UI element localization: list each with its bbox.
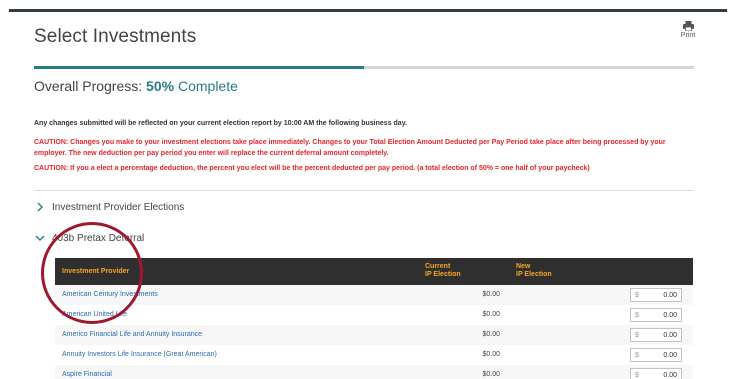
- table-row: Annuity Investors Life Insurance (Great …: [55, 345, 693, 365]
- caution-notice-1: CAUTION: Changes you make to your invest…: [34, 139, 666, 157]
- caution-notice-2: CAUTION: If you a elect a percentage ded…: [34, 165, 590, 172]
- table-row: American United Life $0.00 $: [55, 305, 693, 325]
- currency-symbol: $: [635, 291, 639, 299]
- info-notice: Any changes submitted will be reflected …: [34, 120, 408, 127]
- progress-bar: [34, 66, 694, 69]
- currency-symbol: $: [635, 351, 639, 359]
- progress-status: Overall Progress: 50% Complete: [34, 78, 238, 94]
- provider-link[interactable]: Aspire Financial: [62, 371, 112, 378]
- currency-symbol: $: [635, 371, 639, 379]
- new-election-field[interactable]: $: [630, 328, 682, 342]
- provider-link[interactable]: Annuity Investors Life Insurance (Great …: [62, 351, 217, 358]
- section-pretax-deferral-label: 403b Pretax Deferral: [52, 232, 145, 244]
- top-border: [9, 9, 727, 12]
- column-header-new-line1: New: [516, 263, 531, 270]
- new-election-input[interactable]: [643, 331, 677, 339]
- current-election: $0.00: [482, 351, 500, 358]
- table-body: American Century Investments $0.00 $ Ame…: [55, 285, 693, 379]
- new-election-input[interactable]: [643, 311, 677, 319]
- progress-bar-fill: [34, 66, 364, 69]
- column-header-new-line2: IP Election: [516, 271, 552, 278]
- investment-table: Investment Provider Current IP Election …: [55, 258, 693, 379]
- section-provider-elections-label: Investment Provider Elections: [52, 201, 185, 213]
- new-election-field[interactable]: $: [630, 348, 682, 362]
- table-row: American Century Investments $0.00 $: [55, 285, 693, 305]
- column-header-current-line2: IP Election: [425, 271, 461, 278]
- chevron-down-icon: [35, 235, 45, 241]
- column-header-current-line1: Current: [425, 263, 451, 270]
- new-election-input[interactable]: [643, 291, 677, 299]
- new-election-input[interactable]: [643, 351, 677, 359]
- provider-link[interactable]: American United Life: [62, 311, 127, 318]
- column-header-provider: Investment Provider: [62, 268, 130, 275]
- current-election: $0.00: [482, 331, 500, 338]
- print-button[interactable]: Print: [676, 21, 700, 39]
- provider-link[interactable]: Americo Financial Life and Annuity Insur…: [62, 331, 202, 338]
- new-election-input[interactable]: [643, 371, 677, 379]
- table-row: Aspire Financial $0.00 $: [55, 365, 693, 379]
- column-header-current: Current IP Election: [425, 263, 461, 279]
- progress-label: Overall Progress:: [34, 78, 143, 94]
- new-election-field[interactable]: $: [630, 308, 682, 322]
- page-title: Select Investments: [34, 26, 197, 47]
- progress-complete-label: Complete: [177, 78, 238, 94]
- section-provider-elections[interactable]: Investment Provider Elections: [34, 201, 184, 213]
- new-election-field[interactable]: $: [630, 368, 682, 379]
- provider-link[interactable]: American Century Investments: [62, 291, 158, 298]
- current-election: $0.00: [482, 311, 500, 318]
- section-divider: [34, 190, 694, 191]
- currency-symbol: $: [635, 331, 639, 339]
- printer-icon: [682, 21, 694, 31]
- print-label: Print: [680, 32, 696, 39]
- current-election: $0.00: [482, 291, 500, 298]
- new-election-field[interactable]: $: [630, 288, 682, 302]
- table-header: Investment Provider Current IP Election …: [55, 258, 693, 285]
- chevron-right-icon: [37, 202, 43, 212]
- current-election: $0.00: [482, 371, 500, 378]
- table-row: Americo Financial Life and Annuity Insur…: [55, 325, 693, 345]
- progress-percent: 50%: [146, 78, 175, 94]
- section-pretax-deferral[interactable]: 403b Pretax Deferral: [34, 232, 144, 244]
- currency-symbol: $: [635, 311, 639, 319]
- column-header-new: New IP Election: [516, 263, 552, 279]
